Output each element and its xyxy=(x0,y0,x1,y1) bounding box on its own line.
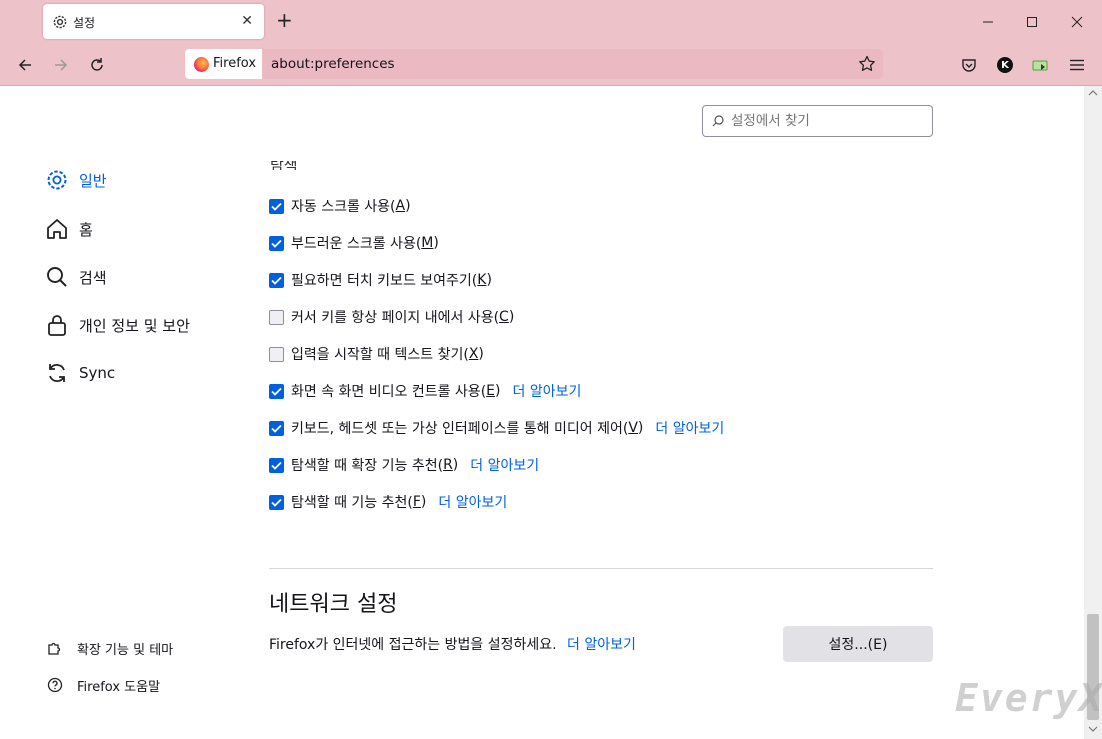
footer-label: 확장 기능 및 테마 xyxy=(77,642,174,658)
checkbox-checked[interactable] xyxy=(269,494,284,510)
arrow-right-icon xyxy=(55,59,68,71)
scroll-down-icon[interactable] xyxy=(1088,726,1098,732)
close-window-icon[interactable] xyxy=(1066,11,1088,33)
checkbox-unchecked[interactable] xyxy=(269,309,284,325)
arrow-left-icon xyxy=(18,59,31,71)
learn-more-link[interactable]: 더 알아보기 xyxy=(567,637,636,653)
checkbox-checked[interactable] xyxy=(269,198,284,214)
puzzle-icon xyxy=(47,640,65,656)
sync-icon xyxy=(45,361,69,385)
tab-title: 설정 xyxy=(73,16,96,30)
star-icon[interactable] xyxy=(857,54,877,74)
checkbox-checked[interactable] xyxy=(269,420,284,436)
section-heading-browsing: 탐색 xyxy=(270,161,298,170)
search-icon xyxy=(45,265,69,289)
minimize-icon[interactable] xyxy=(977,11,999,33)
network-settings-heading: 네트워크 설정 xyxy=(269,592,398,617)
option-touch-keyboard[interactable]: 필요하면 터치 키보드 보여주기(K) xyxy=(269,269,492,291)
checkbox-checked[interactable] xyxy=(269,383,284,399)
sidebar-footer-help[interactable]: Firefox 도움말 xyxy=(47,674,160,696)
account-avatar[interactable]: K xyxy=(995,55,1015,75)
tab-strip: 설정 ✕ + xyxy=(0,0,1102,44)
learn-more-link[interactable]: 더 알아보기 xyxy=(512,381,581,401)
gear-icon xyxy=(45,168,69,192)
sidebar-item-privacy[interactable]: 개인 정보 및 보안 xyxy=(45,311,190,339)
watermark: EveryX xyxy=(955,676,1102,720)
option-recommend-features[interactable]: 탐색할 때 기능 추천(F) 더 알아보기 xyxy=(269,491,507,513)
forward-button[interactable] xyxy=(49,53,73,77)
sidebar-item-sync[interactable]: Sync xyxy=(45,359,115,387)
firefox-logo-icon xyxy=(194,57,209,72)
learn-more-link[interactable]: 더 알아보기 xyxy=(655,418,724,438)
checkbox-unchecked[interactable] xyxy=(269,346,284,362)
tab-settings[interactable]: 설정 ✕ xyxy=(43,4,264,39)
option-smooth-scroll[interactable]: 부드러운 스크롤 사용(M) xyxy=(269,232,439,254)
maximize-icon[interactable] xyxy=(1021,11,1043,33)
new-tab-button[interactable]: + xyxy=(276,10,293,30)
scroll-up-icon[interactable] xyxy=(1088,90,1098,96)
sidebar-item-label: Sync xyxy=(79,364,116,382)
sidebar-item-general[interactable]: 일반 xyxy=(45,166,107,194)
identity-box[interactable]: Firefox xyxy=(185,49,262,79)
reload-button[interactable] xyxy=(85,53,109,77)
preferences-page: 일반 홈 검색 개인 정보 및 보안 Sync 확장 기능 및 테마 Fi xyxy=(0,86,1084,739)
sidebar-footer-addons[interactable]: 확장 기능 및 테마 xyxy=(47,637,173,659)
option-media-control[interactable]: 키보드, 헤드셋 또는 가상 인터페이스를 통해 미디어 제어(V) 더 알아보… xyxy=(269,417,724,439)
url-text[interactable]: about:preferences xyxy=(271,56,395,72)
search-input[interactable] xyxy=(729,111,929,131)
sidebar-item-search[interactable]: 검색 xyxy=(45,263,107,291)
extension-icon[interactable] xyxy=(1031,55,1051,75)
network-settings-button[interactable]: 설정...(E) xyxy=(783,626,933,662)
option-find-as-you-type[interactable]: 입력을 시작할 때 텍스트 찾기(X) xyxy=(269,343,484,365)
option-recommend-extensions[interactable]: 탐색할 때 확장 기능 추천(R) 더 알아보기 xyxy=(269,454,539,476)
section-divider xyxy=(269,568,933,569)
network-description: Firefox가 인터넷에 접근하는 방법을 설정하세요. 더 알아보기 xyxy=(269,637,636,653)
pocket-icon[interactable] xyxy=(959,55,979,75)
reload-icon xyxy=(91,58,103,71)
option-caret-browsing[interactable]: 커서 키를 항상 페이지 내에서 사용(C) xyxy=(269,306,514,328)
gear-icon xyxy=(53,15,67,29)
sidebar-item-label: 개인 정보 및 보안 xyxy=(79,316,190,335)
learn-more-link[interactable]: 더 알아보기 xyxy=(470,455,539,475)
checkbox-checked[interactable] xyxy=(269,235,284,251)
home-icon xyxy=(45,217,69,241)
sidebar-item-label: 검색 xyxy=(79,268,107,287)
sidebar-item-home[interactable]: 홈 xyxy=(45,215,93,243)
menu-icon[interactable] xyxy=(1067,55,1087,75)
help-icon xyxy=(47,677,65,693)
lock-icon xyxy=(45,313,69,337)
checkbox-checked[interactable] xyxy=(269,272,284,288)
sidebar-item-label: 홈 xyxy=(79,220,93,239)
learn-more-link[interactable]: 더 알아보기 xyxy=(438,492,507,512)
search-icon xyxy=(712,115,724,127)
nav-toolbar: Firefox about:preferences K xyxy=(0,44,1102,86)
checkbox-checked[interactable] xyxy=(269,457,284,473)
sidebar-item-label: 일반 xyxy=(79,171,107,190)
option-autoscroll[interactable]: 자동 스크롤 사용(A) xyxy=(269,195,411,217)
back-button[interactable] xyxy=(13,53,37,77)
close-tab-icon[interactable]: ✕ xyxy=(241,13,253,29)
url-bar[interactable]: Firefox about:preferences xyxy=(185,49,883,79)
footer-label: Firefox 도움말 xyxy=(77,679,161,695)
settings-search[interactable] xyxy=(702,105,933,137)
option-pip-controls[interactable]: 화면 속 화면 비디오 컨트롤 사용(E) 더 알아보기 xyxy=(269,380,581,402)
identity-label: Firefox xyxy=(213,56,257,71)
